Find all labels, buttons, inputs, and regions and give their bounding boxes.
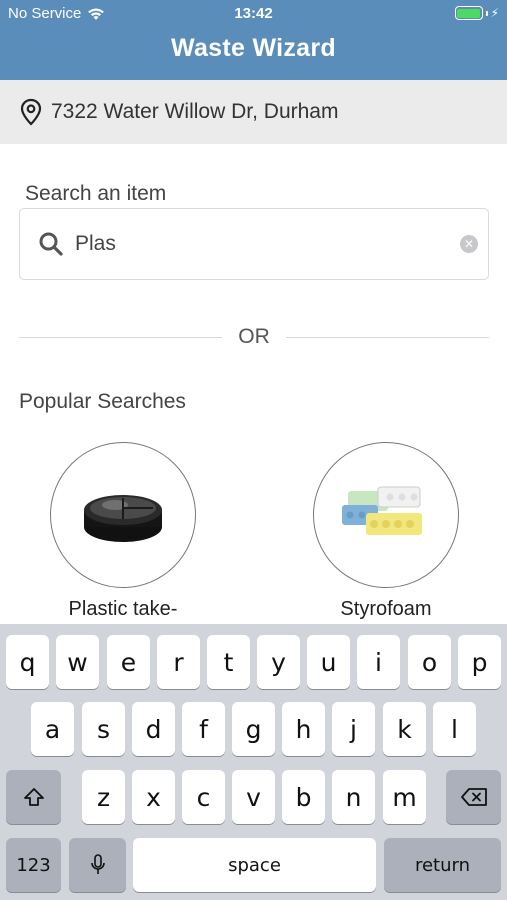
key-k[interactable]: k bbox=[383, 702, 426, 756]
return-key[interactable]: return bbox=[384, 838, 501, 892]
shift-key[interactable] bbox=[6, 770, 61, 824]
status-time: 13:42 bbox=[234, 5, 273, 22]
key-v[interactable]: v bbox=[232, 770, 275, 824]
search-label: Search an item bbox=[25, 182, 167, 205]
battery-tip bbox=[485, 10, 488, 16]
key-a[interactable]: a bbox=[31, 702, 74, 756]
key-o[interactable]: o bbox=[408, 635, 451, 689]
page-title: Waste Wizard bbox=[171, 34, 336, 62]
numbers-key[interactable]: 123 bbox=[6, 838, 61, 892]
key-u[interactable]: u bbox=[307, 635, 350, 689]
plastic-container-image bbox=[84, 495, 162, 542]
styrofoam-egg-carton-image bbox=[342, 486, 422, 535]
clear-icon[interactable]: ✕ bbox=[460, 235, 478, 253]
space-key[interactable]: space bbox=[133, 838, 376, 892]
battery-icon bbox=[454, 6, 483, 20]
app-header: No Service 13:42 ⚡ Waste Wizard bbox=[0, 0, 507, 80]
popular-item-label: Styrofoam bbox=[340, 598, 432, 620]
search-input[interactable] bbox=[75, 232, 460, 256]
popular-searches-title: Popular Searches bbox=[19, 390, 186, 413]
key-i[interactable]: i bbox=[357, 635, 400, 689]
backspace-icon bbox=[460, 788, 487, 806]
location-address: 7322 Water Willow Dr, Durham bbox=[51, 100, 339, 123]
key-w[interactable]: w bbox=[56, 635, 99, 689]
location-pin-icon bbox=[20, 98, 42, 126]
key-d[interactable]: d bbox=[132, 702, 175, 756]
status-right: ⚡ bbox=[454, 6, 499, 20]
key-z[interactable]: z bbox=[82, 770, 125, 824]
dictation-key[interactable] bbox=[69, 838, 126, 892]
key-g[interactable]: g bbox=[232, 702, 275, 756]
key-p[interactable]: p bbox=[458, 635, 501, 689]
key-y[interactable]: y bbox=[257, 635, 300, 689]
delete-key[interactable] bbox=[446, 770, 501, 824]
location-bar[interactable]: 7322 Water Willow Dr, Durham bbox=[0, 80, 507, 144]
key-f[interactable]: f bbox=[182, 702, 225, 756]
popular-item-circle[interactable] bbox=[313, 442, 459, 588]
key-j[interactable]: j bbox=[332, 702, 375, 756]
charging-icon: ⚡ bbox=[490, 6, 499, 20]
divider-line-right bbox=[285, 336, 489, 338]
key-n[interactable]: n bbox=[332, 770, 375, 824]
popular-item-label: Plastic take- bbox=[68, 598, 178, 620]
popular-item-plastic[interactable]: Plastic take- bbox=[23, 442, 223, 621]
key-c[interactable]: c bbox=[182, 770, 225, 824]
popular-item-styrofoam[interactable]: Styrofoam bbox=[286, 442, 486, 621]
key-m[interactable]: m bbox=[383, 770, 426, 824]
key-t[interactable]: t bbox=[207, 635, 250, 689]
key-x[interactable]: x bbox=[132, 770, 175, 824]
key-h[interactable]: h bbox=[282, 702, 325, 756]
or-divider: OR bbox=[19, 322, 489, 352]
microphone-icon bbox=[90, 854, 105, 874]
or-text: OR bbox=[238, 325, 270, 348]
key-b[interactable]: b bbox=[282, 770, 325, 824]
key-l[interactable]: l bbox=[433, 702, 476, 756]
status-bar: No Service 13:42 ⚡ bbox=[0, 0, 507, 28]
key-e[interactable]: e bbox=[107, 635, 150, 689]
search-box[interactable]: ✕ bbox=[19, 208, 489, 280]
key-q[interactable]: q bbox=[6, 635, 49, 689]
shift-icon bbox=[23, 788, 44, 806]
search-icon bbox=[39, 232, 63, 256]
keyboard: q w e r t y u i o p a s d f g h j k l z … bbox=[0, 624, 507, 900]
key-r[interactable]: r bbox=[157, 635, 200, 689]
divider-line-left bbox=[19, 336, 223, 338]
popular-item-circle[interactable] bbox=[50, 442, 196, 588]
key-s[interactable]: s bbox=[82, 702, 125, 756]
